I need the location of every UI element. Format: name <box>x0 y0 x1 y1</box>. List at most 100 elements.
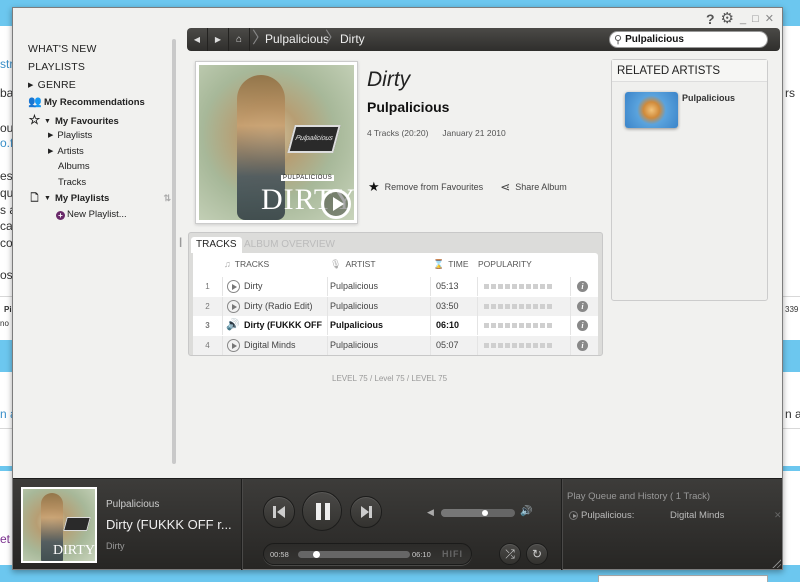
popularity-meter <box>484 342 552 348</box>
related-artist-item[interactable]: Pulpalicious <box>612 82 767 132</box>
sidebar-item-fav-artists[interactable]: ▶ Artists <box>28 144 173 160</box>
column-header-label: TRACKS <box>234 259 270 269</box>
remove-from-queue-icon[interactable]: ✕ <box>774 509 782 522</box>
forward-button[interactable]: ▶ <box>208 28 229 51</box>
column-header-time[interactable]: ⌛ TIME <box>433 257 469 271</box>
expand-arrow-icon[interactable]: ▶ <box>48 128 53 144</box>
sidebar-item-my-recommendations[interactable]: 👥 My Recommendations <box>28 94 173 111</box>
close-button[interactable]: ✕ <box>765 11 774 27</box>
play-icon[interactable] <box>569 511 578 520</box>
background-text: es <box>0 169 13 183</box>
play-album-button[interactable] <box>321 189 351 219</box>
now-playing-album[interactable]: Dirty <box>106 541 125 551</box>
play-icon[interactable] <box>227 338 240 352</box>
volume-high-icon[interactable]: 🔊 <box>520 506 532 517</box>
share-album-button[interactable]: ⋖ Share Album <box>500 179 567 195</box>
track-artist[interactable]: Pulpalicious <box>330 336 425 355</box>
popularity-meter <box>484 323 552 328</box>
sidebar-scrollbar[interactable] <box>172 39 176 464</box>
expand-arrow-icon[interactable]: ▶ <box>48 144 53 160</box>
shuffle-button[interactable]: ⤮ <box>499 543 521 565</box>
column-header-popularity[interactable]: POPULARITY <box>478 257 532 271</box>
popularity-segment <box>547 303 552 309</box>
cover-title-text: DIRTY <box>53 543 95 558</box>
play-icon[interactable] <box>227 299 240 313</box>
now-playing-title[interactable]: Dirty (FUKKK OFF r... <box>106 517 232 532</box>
seek-slider[interactable] <box>298 551 410 558</box>
volume-low-icon[interactable]: ◀ <box>427 507 434 518</box>
popularity-segment <box>533 303 538 309</box>
minimize-button[interactable]: _ <box>740 11 746 27</box>
volume-slider-knob[interactable] <box>482 510 489 516</box>
popularity-segment <box>547 342 552 348</box>
expand-arrow-icon[interactable]: ▶ <box>28 77 34 95</box>
table-row[interactable]: 1 Dirty Pulpalicious 05:13 i <box>193 277 598 296</box>
breadcrumb-artist[interactable]: Pulpalicious <box>265 28 329 51</box>
sidebar-item-my-playlists[interactable]: 🗋 ▼ My Playlists ⇅ <box>28 190 173 207</box>
album-artist-link[interactable]: Pulpalicious <box>367 99 506 115</box>
breadcrumb-separator-icon: 〉 <box>325 30 342 47</box>
column-divider <box>222 335 223 355</box>
tab-album-overview[interactable]: ALBUM OVERVIEW <box>239 237 340 253</box>
search-field[interactable]: ⚲ <box>609 31 768 48</box>
table-row[interactable]: 2 Dirty (Radio Edit) Pulpalicious 03:50 i <box>193 296 598 316</box>
now-playing-artist[interactable]: Pulpalicious <box>106 499 159 510</box>
track-artist[interactable]: Pulpalicious <box>330 316 425 335</box>
play-icon[interactable] <box>227 280 240 293</box>
pause-icon <box>316 503 330 520</box>
album-cover[interactable]: Pulpalicious PULPALICIOUS DIRTY <box>195 61 358 224</box>
track-artist[interactable]: Pulpalicious <box>330 277 425 296</box>
resize-grip[interactable] <box>771 558 781 568</box>
sidebar-item-fav-tracks[interactable]: Tracks <box>28 175 173 191</box>
queue-item[interactable]: Pulpalicious: Digital Minds ✕ <box>569 509 782 523</box>
breadcrumb-album[interactable]: Dirty <box>340 28 365 51</box>
search-icon: ⚲ <box>614 34 623 46</box>
hifi-badge[interactable]: HIFI <box>442 544 463 565</box>
search-input[interactable] <box>625 34 756 45</box>
table-row[interactable]: 4 Digital Minds Pulpalicious 05:07 i <box>193 335 598 355</box>
help-icon[interactable]: ? <box>706 11 715 27</box>
panel-drag-handle[interactable]: || <box>179 237 183 248</box>
pause-button[interactable] <box>302 491 342 531</box>
column-header-tracks[interactable]: ♫ TRACKS <box>224 257 269 271</box>
info-icon[interactable]: i <box>577 339 588 351</box>
track-title: Dirty <box>244 281 263 291</box>
tab-tracks[interactable]: TRACKS <box>191 237 242 253</box>
home-button[interactable]: ⌂ <box>229 28 250 51</box>
now-playing-cover[interactable]: DIRTY <box>21 487 97 563</box>
back-button[interactable]: ◀ <box>187 28 208 51</box>
track-time: 05:13 <box>436 281 459 291</box>
repeat-button[interactable]: ↻ <box>526 543 548 565</box>
sidebar-item-my-favourites[interactable]: ☆ ▼ My Favourites <box>28 111 173 128</box>
sort-icon[interactable]: ⇅ <box>163 190 171 207</box>
column-header-artist[interactable]: 🎙 ARTIST <box>330 257 376 271</box>
popularity-segment <box>533 284 538 289</box>
track-number: 4 <box>205 340 210 350</box>
remove-from-favourites-label: Remove from Favourites <box>384 182 484 192</box>
collapse-arrow-icon[interactable]: ▼ <box>44 190 51 207</box>
sidebar-item-fav-playlists[interactable]: ▶ Playlists <box>28 128 173 144</box>
repeat-icon: ↻ <box>531 547 543 561</box>
seek-slider-knob[interactable] <box>312 551 320 558</box>
sidebar-item-fav-albums[interactable]: Albums <box>28 159 173 175</box>
previous-track-button[interactable] <box>263 496 295 528</box>
volume-slider[interactable] <box>441 509 515 517</box>
new-playlist-button[interactable]: + New Playlist... <box>28 207 173 223</box>
next-track-button[interactable] <box>350 496 382 528</box>
shuffle-icon: ⤮ <box>505 547 515 561</box>
sidebar-item-genre[interactable]: ▶ GENRE <box>28 76 173 94</box>
table-row[interactable]: 3 🔊 Dirty (FUKKK OFF Pulpalicious 06:10 i <box>193 316 598 335</box>
track-number: 2 <box>205 301 210 311</box>
info-icon[interactable]: i <box>577 320 588 331</box>
sidebar-item-playlists[interactable]: PLAYLISTS <box>28 58 173 76</box>
gear-icon[interactable]: ⚙ <box>721 11 734 27</box>
remove-from-favourites-button[interactable]: ★ Remove from Favourites <box>368 179 483 195</box>
sidebar-item-whats-new[interactable]: WHAT'S NEW <box>28 40 173 58</box>
sidebar-item-label: Playlists <box>57 130 93 141</box>
maximize-button[interactable]: □ <box>752 11 759 27</box>
info-icon[interactable]: i <box>577 281 588 292</box>
info-icon[interactable]: i <box>577 300 588 312</box>
track-artist[interactable]: Pulpalicious <box>330 297 425 316</box>
track-title: Dirty (FUKKK OFF <box>244 320 322 330</box>
background-text: 339 <box>785 305 799 314</box>
